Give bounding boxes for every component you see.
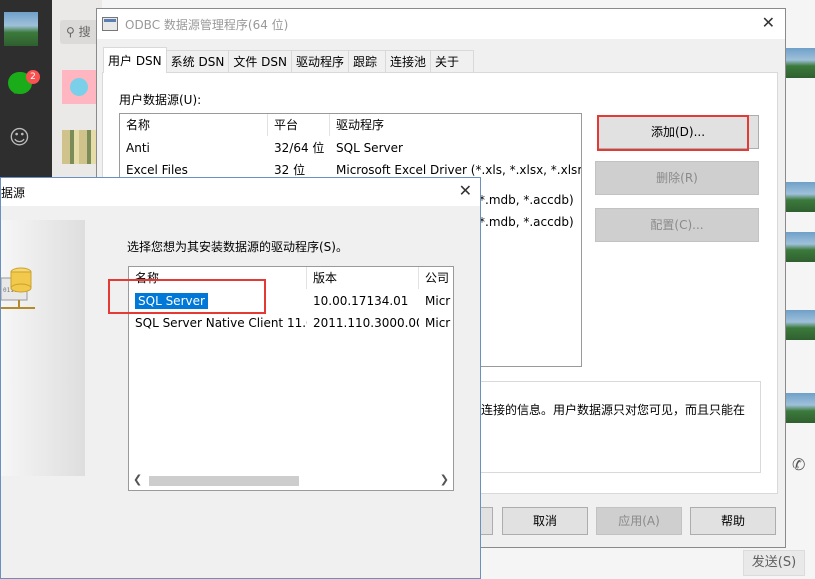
driver-row-version: 2011.110.3000.00 [313, 316, 419, 330]
message-avatar [786, 393, 815, 423]
driver-row-company: Micr [425, 294, 451, 308]
remove-button[interactable]: 删除(R) [595, 161, 759, 195]
create-data-source-dialog: 据源 ✕ 0110 选择您想为其安装数据源的驱动程序(S)。 名称 版本 公司 … [0, 177, 481, 579]
tab-user-dsn[interactable]: 用户 DSN [103, 47, 167, 73]
tab-connection-pooling[interactable]: 连接池 [385, 50, 432, 73]
highlight-box [108, 279, 266, 314]
column-header-version[interactable]: 版本 [307, 267, 419, 289]
message-avatar [786, 232, 815, 262]
tab-strip: 用户 DSN 系统 DSN 文件 DSN 驱动程序 跟踪 连接池 关于 [103, 47, 475, 73]
list-item[interactable]: Anti 32/64 位 SQL Server [120, 137, 581, 159]
description-box [465, 381, 761, 473]
description-text: 连接的信息。用户数据源只对您可见，而且只能在 [481, 403, 746, 417]
highlight-box [597, 115, 749, 151]
close-icon[interactable]: ✕ [762, 13, 775, 32]
tab-system-dsn[interactable]: 系统 DSN [165, 50, 230, 73]
send-button[interactable]: 发送(S) [743, 550, 805, 576]
odbc-app-icon [102, 17, 118, 31]
scrollbar-thumb[interactable] [149, 476, 299, 486]
scroll-right-icon[interactable]: ❯ [440, 473, 449, 486]
apply-button[interactable]: 应用(A) [596, 507, 682, 535]
tab-file-dsn[interactable]: 文件 DSN [228, 50, 292, 73]
contacts-icon[interactable]: ☺ [9, 125, 30, 149]
unread-badge: 2 [26, 70, 40, 84]
group-chat-avatar[interactable] [62, 130, 96, 164]
user-avatar[interactable] [4, 12, 38, 46]
column-header-company[interactable]: 公司 [419, 267, 453, 289]
tab-drivers[interactable]: 驱动程序 [290, 50, 349, 73]
driver-row-company: Micr [425, 316, 451, 330]
search-input[interactable]: ⚲ 搜 [60, 20, 100, 44]
driver-prompt: 选择您想为其安装数据源的驱动程序(S)。 [127, 240, 348, 254]
column-header-name[interactable]: 名称 [120, 114, 268, 136]
user-ds-label: 用户数据源(U): [119, 93, 202, 107]
close-icon[interactable]: ✕ [459, 181, 472, 200]
driver-row-name[interactable]: SQL Server Native Client 11.0 [129, 313, 307, 333]
chat-message-area [782, 0, 815, 579]
column-header-driver[interactable]: 驱动程序 [330, 114, 581, 136]
phone-icon[interactable]: ✆ [792, 455, 805, 474]
column-header-platform[interactable]: 平台 [268, 114, 330, 136]
horizontal-scrollbar[interactable]: ❮ ❯ [129, 472, 453, 489]
tab-tracing[interactable]: 跟踪 [347, 50, 386, 73]
scroll-left-icon[interactable]: ❮ [133, 473, 142, 486]
message-avatar [786, 182, 815, 212]
message-avatar [786, 48, 815, 78]
help-button[interactable]: 帮助 [690, 507, 776, 535]
driver-row-version: 10.00.17134.01 [313, 294, 409, 308]
tab-about[interactable]: 关于 [430, 50, 475, 73]
configure-button[interactable]: 配置(C)... [595, 208, 759, 242]
title-bar[interactable]: ODBC 数据源管理程序(64 位) ✕ [97, 9, 785, 39]
wizard-side-panel [1, 220, 85, 476]
chat-avatar[interactable] [62, 70, 96, 104]
list-header: 名称 平台 驱动程序 [120, 114, 581, 136]
cancel-button[interactable]: 取消 [502, 507, 588, 535]
message-avatar [786, 310, 815, 340]
database-icon: 0110 [1, 267, 35, 309]
dialog-title: 据源 [1, 186, 26, 200]
window-title: ODBC 数据源管理程序(64 位) [125, 18, 289, 32]
dialog-title-bar[interactable]: 据源 ✕ [1, 178, 480, 206]
